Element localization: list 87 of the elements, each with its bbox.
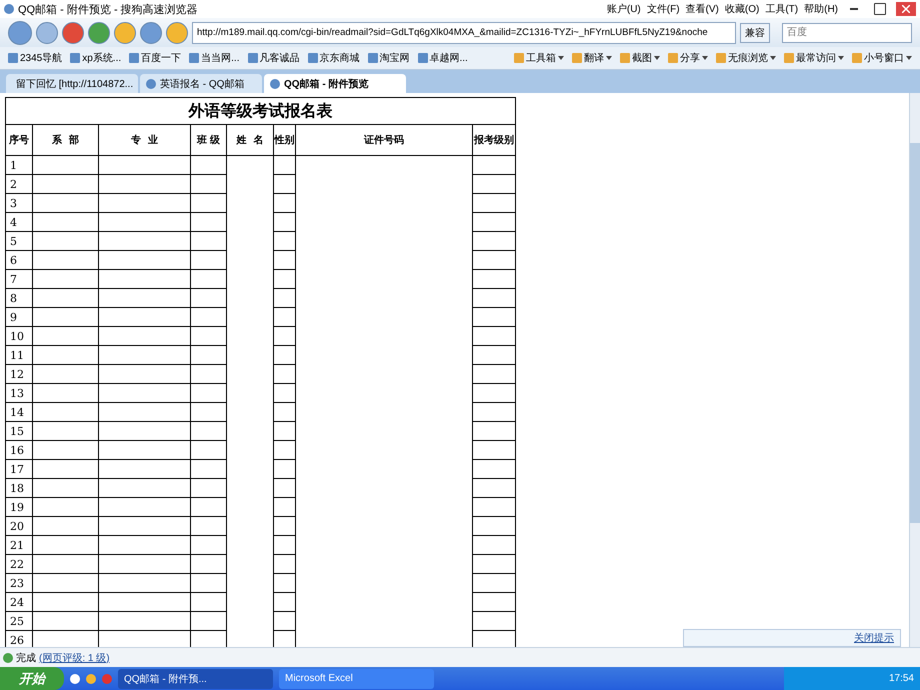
row-number: 20 xyxy=(6,516,32,536)
address-bar[interactable]: http://m189.mail.qq.com/cgi-bin/readmail?sid=GdLTq6gXlk04MXA_&mailid=ZC1316-TYZi~_hFYrnLUBFfL5NyZ19&noche xyxy=(192,22,736,44)
column-header: 系 部 xyxy=(32,124,98,156)
caret-icon xyxy=(654,56,660,60)
toolbar-item[interactable]: 翻译 xyxy=(572,51,612,65)
row-number: 6 xyxy=(6,250,32,270)
search-field[interactable]: 百度 xyxy=(782,22,912,42)
toolbar-item[interactable]: 最常访问 xyxy=(784,51,844,65)
toolbar-item[interactable]: 工具箱 xyxy=(514,51,564,65)
close-tip-link[interactable]: 关闭提示 xyxy=(854,631,894,645)
scrollbar[interactable] xyxy=(909,93,920,647)
row-number: 5 xyxy=(6,232,32,250)
row-number: 19 xyxy=(6,498,32,516)
caret-icon xyxy=(702,56,708,60)
start-button[interactable]: 开始 xyxy=(0,667,64,690)
caret-icon xyxy=(770,56,776,60)
row-number: 14 xyxy=(6,402,32,422)
row-number: 3 xyxy=(6,194,32,212)
toolbar-item[interactable]: 分享 xyxy=(668,51,708,65)
row-number: 23 xyxy=(6,574,32,592)
caret-icon xyxy=(558,56,564,60)
forward-button[interactable] xyxy=(36,22,58,44)
row-number: 4 xyxy=(6,212,32,232)
menu-item[interactable]: 收藏(O) xyxy=(724,2,760,16)
favorite-star-button[interactable] xyxy=(166,22,188,44)
row-number: 9 xyxy=(6,308,32,326)
row-number: 8 xyxy=(6,288,32,308)
home-button[interactable] xyxy=(114,22,136,44)
close-icon xyxy=(902,5,910,13)
toolbar-item[interactable]: 小号窗口 xyxy=(852,51,912,65)
browser-tab[interactable]: 留下回忆 [http://1104872... xyxy=(6,74,138,93)
row-number: 11 xyxy=(6,346,32,364)
column-header: 姓 名 xyxy=(226,124,274,156)
column-header: 序号 xyxy=(6,124,32,156)
bookmark-link[interactable]: 当当网... xyxy=(189,51,240,65)
caret-icon xyxy=(906,56,912,60)
bookmark-link[interactable]: xp系统... xyxy=(70,51,122,65)
row-number: 21 xyxy=(6,536,32,554)
column-header: 报考级别 xyxy=(472,124,516,156)
menu-item[interactable]: 工具(T) xyxy=(765,2,798,16)
row-number: 24 xyxy=(6,592,32,612)
row-number: 13 xyxy=(6,384,32,402)
refresh-button[interactable] xyxy=(88,22,110,44)
toolbar-item[interactable]: 截图 xyxy=(620,51,660,65)
menu-item[interactable]: 帮助(H) xyxy=(804,2,838,16)
row-number: 15 xyxy=(6,422,32,440)
toolbar-item[interactable]: 无痕浏览 xyxy=(716,51,776,65)
sheet-title: 外语等级考试报名表 xyxy=(6,98,516,124)
bookmark-link[interactable]: 凡客诚品 xyxy=(248,51,300,65)
undo-button[interactable] xyxy=(140,22,162,44)
back-button[interactable] xyxy=(8,20,32,44)
close-button[interactable] xyxy=(896,2,916,16)
bookmark-link[interactable]: 淘宝网 xyxy=(368,51,410,65)
row-number: 25 xyxy=(6,612,32,630)
bookmark-link[interactable]: 百度一下 xyxy=(129,51,182,65)
bookmark-link[interactable]: 2345导航 xyxy=(8,51,62,65)
row-number: 12 xyxy=(6,364,32,384)
column-header: 班 级 xyxy=(190,124,226,156)
taskbar-button[interactable]: Microsoft Excel xyxy=(279,668,434,688)
rating-link[interactable]: (网页评级: 1 级) xyxy=(39,650,110,664)
taskbar-button[interactable]: QQ邮箱 - 附件预... xyxy=(118,668,273,688)
column-header: 专 业 xyxy=(98,124,190,156)
bookmark-link[interactable]: 卓越网... xyxy=(418,51,468,65)
row-number: 7 xyxy=(6,270,32,288)
row-number: 18 xyxy=(6,478,32,498)
bookmark-link[interactable]: 京东商城 xyxy=(308,51,360,65)
row-number: 16 xyxy=(6,440,32,460)
menu-item[interactable]: 文件(F) xyxy=(646,2,680,16)
menu-item[interactable]: 账户(U) xyxy=(606,2,641,16)
row-number: 1 xyxy=(6,156,32,174)
row-number: 2 xyxy=(6,174,32,194)
row-number: 17 xyxy=(6,460,32,478)
window-title: QQ邮箱 - 附件预览 - 搜狗高速浏览器 xyxy=(18,2,198,16)
caret-icon xyxy=(838,56,844,60)
clock: 17:54 xyxy=(888,673,914,684)
menu-item[interactable]: 查看(V) xyxy=(686,2,719,16)
row-number: 22 xyxy=(6,554,32,574)
row-number: 10 xyxy=(6,326,32,346)
column-header: 性别 xyxy=(274,124,296,156)
compat-mode-button[interactable]: 兼容 xyxy=(740,22,770,42)
caret-icon xyxy=(606,56,612,60)
column-header: 证件号码 xyxy=(296,124,472,156)
status-text: 完成 xyxy=(16,652,36,664)
browser-tab[interactable]: QQ邮箱 - 附件预览 xyxy=(264,74,406,93)
stop-button[interactable] xyxy=(62,22,84,44)
minimize-icon xyxy=(850,8,858,10)
browser-tab[interactable]: 英语报名 - QQ邮箱 xyxy=(140,74,262,93)
